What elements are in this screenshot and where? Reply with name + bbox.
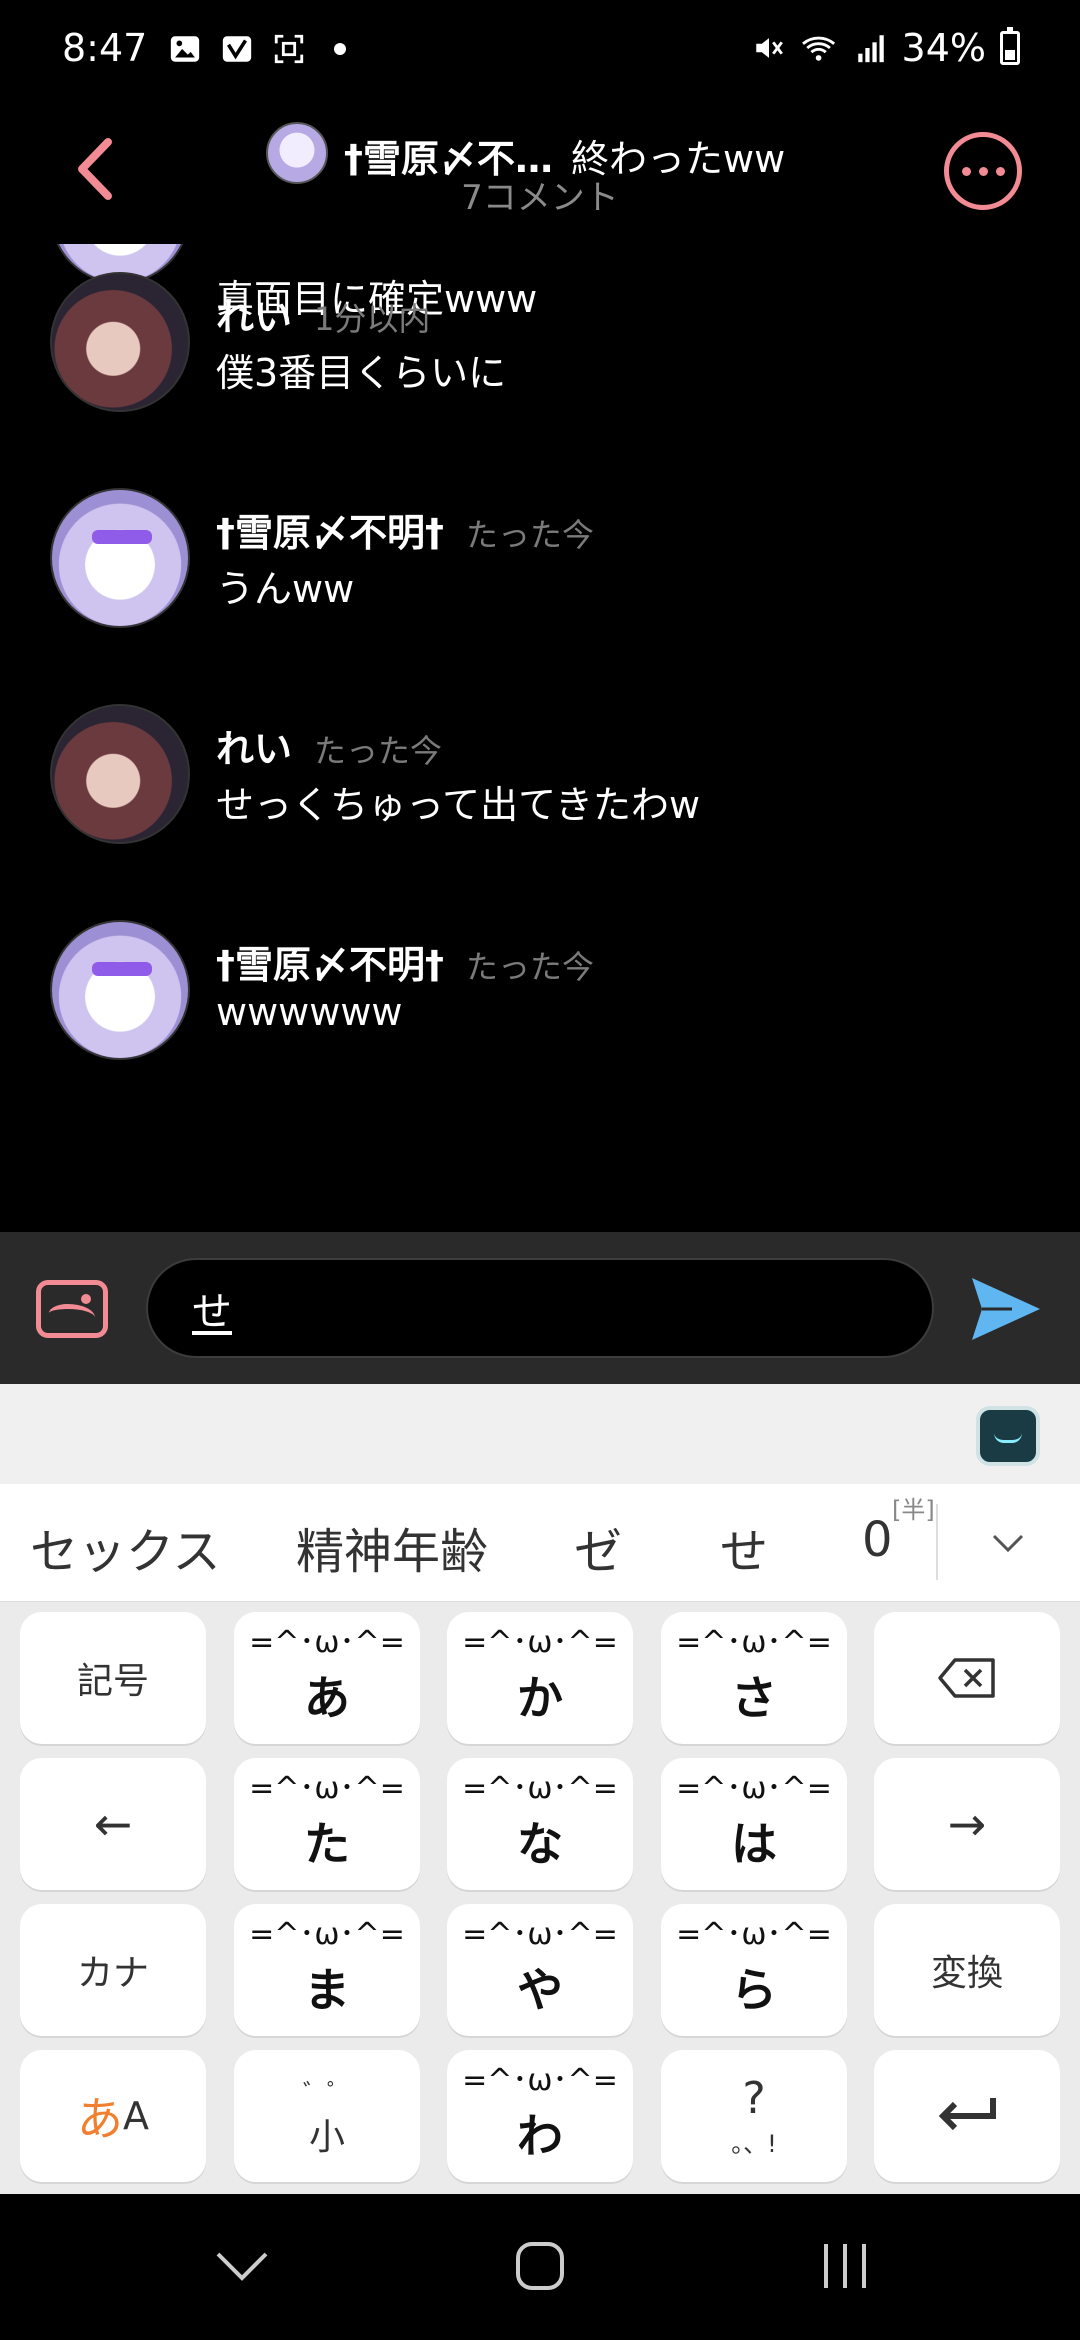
comment-input-value: せ <box>192 1289 232 1335</box>
cat-icon: =^･ω･^= <box>462 2063 618 2098</box>
candidate-item[interactable]: 精神年齢 <box>296 1512 488 1582</box>
candidate-divider <box>936 1504 938 1580</box>
recent-apps-button[interactable] <box>820 2240 870 2292</box>
avatar[interactable] <box>50 920 190 1060</box>
avatar[interactable] <box>50 272 190 412</box>
comment-item[interactable]: †雪原〆不明† たった今 wwwwww <box>0 920 1080 1070</box>
key-input-mode[interactable]: あA <box>20 2050 206 2182</box>
comment-list[interactable]: 真面目に確定www れい 1分以内 僕3番目くらいに †雪原〆不明† たった今 うん… <box>0 244 1080 1232</box>
comment-author: †雪原〆不明† たった今 <box>216 943 595 987</box>
status-right: 34% <box>752 26 1020 70</box>
battery-percent: 34% <box>901 26 986 70</box>
comment-text: wwwwww <box>216 990 403 1034</box>
cat-icon: =^･ω･^= <box>676 1625 832 1660</box>
comment-text: うんww <box>216 567 355 611</box>
key-small-dakuten[interactable]: ゛゜小 <box>234 2050 420 2182</box>
key-symbols[interactable]: 記号 <box>20 1612 206 1744</box>
comment-author: れい たった今 <box>216 727 443 771</box>
cat-icon: =^･ω･^= <box>462 1917 618 1952</box>
key-ta[interactable]: =^･ω･^= た <box>234 1758 420 1890</box>
enter-icon <box>938 2098 996 2131</box>
wifi-icon <box>801 36 835 61</box>
comment-time: 1分以内 <box>314 300 431 338</box>
comment-item[interactable]: †雪原〆不明† たった今 うんww <box>0 488 1080 638</box>
key-backspace[interactable] <box>874 1612 1060 1744</box>
key-enter[interactable] <box>874 2050 1060 2182</box>
key-right[interactable]: → <box>874 1758 1060 1890</box>
comment-time: たった今 <box>466 516 595 554</box>
cat-icon: =^･ω･^= <box>249 1917 405 1952</box>
keyboard-toolbar <box>0 1384 1080 1484</box>
cat-icon: =^･ω･^= <box>676 1771 832 1806</box>
candidate-item[interactable]: せ <box>720 1512 768 1582</box>
system-nav-bar <box>0 2194 1080 2340</box>
comment-author: れい 1分以内 <box>216 295 431 339</box>
key-punctuation[interactable]: ?。、! <box>661 2050 847 2182</box>
key-sa[interactable]: =^･ω･^= さ <box>661 1612 847 1744</box>
cat-icon: =^･ω･^= <box>249 1625 405 1660</box>
key-left[interactable]: ← <box>20 1758 206 1890</box>
comment-text: 僕3番目くらいに <box>216 351 507 395</box>
half-width-tag: [半] <box>892 1496 935 1524</box>
more-notifications-dot <box>334 43 346 55</box>
key-a[interactable]: =^･ω･^= あ <box>234 1612 420 1744</box>
screenshot-icon <box>274 34 304 64</box>
key-kana[interactable]: カナ <box>20 1904 206 2036</box>
keyboard-mascot-icon[interactable] <box>976 1406 1040 1466</box>
status-bar: 8:47 34% <box>0 0 1080 104</box>
key-na[interactable]: =^･ω･^= な <box>447 1758 633 1890</box>
key-ka[interactable]: =^･ω･^= か <box>447 1612 633 1744</box>
comment-time: たった今 <box>466 948 595 986</box>
comment-item[interactable]: れい 1分以内 僕3番目くらいに <box>0 272 1080 422</box>
gallery-icon <box>170 36 200 62</box>
candidate-item[interactable]: セックス <box>30 1512 221 1582</box>
comment-input-bar: せ <box>0 1232 1080 1384</box>
conversion-candidates: セックス 精神年齢 ゼ せ 0 [半] <box>0 1484 1080 1602</box>
backspace-icon <box>938 1658 995 1698</box>
keyboard-keys: 記号 =^･ω･^= あ =^･ω･^= か =^･ω･^= さ ← =^･ω･^= た… <box>0 1602 1080 2194</box>
key-ya[interactable]: =^･ω･^= や <box>447 1904 633 2036</box>
comment-item[interactable]: れい たった今 せっくちゅって出てきたわw <box>0 704 1080 854</box>
avatar[interactable] <box>50 704 190 844</box>
key-wa[interactable]: =^･ω･^= わ <box>447 2050 633 2182</box>
comment-text: せっくちゅって出てきたわw <box>216 783 701 827</box>
candidate-item[interactable]: ゼ <box>574 1512 622 1582</box>
key-convert[interactable]: 変換 <box>874 1904 1060 2036</box>
image-attach-button[interactable] <box>36 1280 108 1338</box>
app-notification-icon <box>222 36 252 62</box>
hide-keyboard-button[interactable] <box>212 2246 272 2286</box>
home-button[interactable] <box>514 2240 566 2292</box>
comment-time: たった今 <box>314 732 443 770</box>
cat-icon: =^･ω･^= <box>462 1625 618 1660</box>
status-notification-icons <box>168 32 346 66</box>
key-ra[interactable]: =^･ω･^= ら <box>661 1904 847 2036</box>
key-ma[interactable]: =^･ω･^= ま <box>234 1904 420 2036</box>
chevron-down-icon[interactable] <box>990 1524 1026 1560</box>
comment-input[interactable]: せ <box>146 1258 934 1358</box>
send-button[interactable] <box>968 1274 1044 1344</box>
signal-icon <box>857 35 884 63</box>
comment-count: 7コメント <box>461 178 619 218</box>
candidate-item[interactable]: 0 <box>862 1512 893 1568</box>
battery-icon <box>1000 27 1020 65</box>
cat-icon: =^･ω･^= <box>676 1917 832 1952</box>
key-ha[interactable]: =^･ω･^= は <box>661 1758 847 1890</box>
avatar[interactable] <box>50 488 190 628</box>
cat-icon: =^･ω･^= <box>249 1771 405 1806</box>
cat-icon: =^･ω･^= <box>462 1771 618 1806</box>
comment-author: †雪原〆不明† たった今 <box>216 511 595 555</box>
mute-icon <box>755 38 783 58</box>
status-time: 8:47 <box>62 26 148 70</box>
